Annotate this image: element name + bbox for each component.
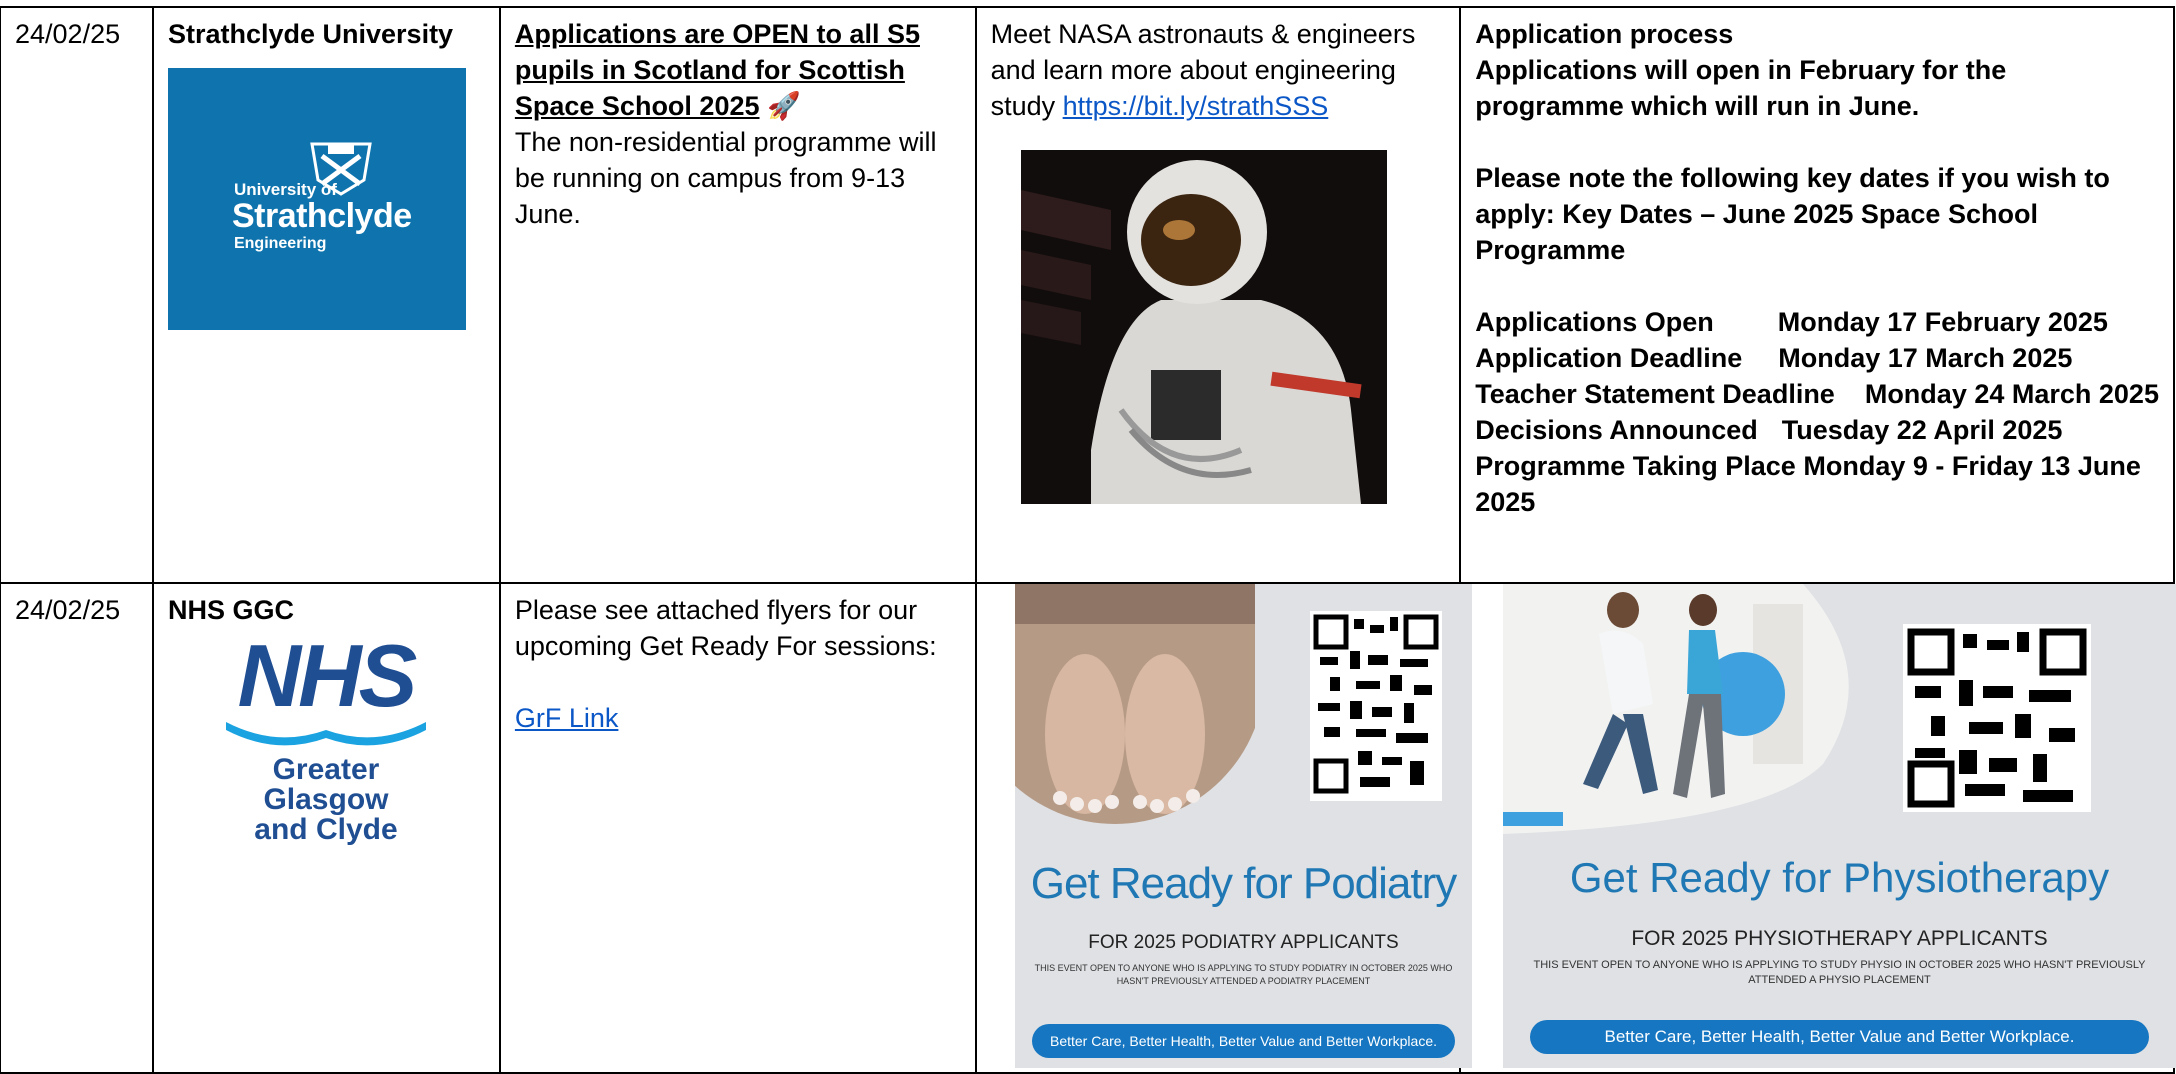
table-row: 24/02/25 Strathclyde University Universi… [0,6,2175,584]
date-text: 24/02/25 [15,595,121,625]
key-date-row: Decisions Announced Tuesday 22 April 2025 [1475,412,2159,448]
process-heading: Application process [1475,19,1734,49]
flyer-slogan: Better Care, Better Health, Better Value… [1530,1020,2149,1054]
headline-text: Applications are OPEN to all S5 pupils i… [514,19,920,121]
info-cell: Please see attached flyers for our upcom… [498,582,977,1074]
org-cell: Strathclyde University University of Str… [151,6,501,584]
key-date-label: Applications Open [1475,307,1714,337]
podiatry-flyer: Get Ready for Podiatry FOR 2025 PODIATRY… [1015,584,1472,1068]
key-date-value: Monday 17 March 2025 [1778,343,2073,373]
info-cell: Applications are OPEN to all S5 pupils i… [498,6,977,584]
astronaut-photo [1020,150,1387,504]
physio-photo [1503,584,1849,834]
strath-link[interactable]: https://bit.ly/strathSSS [1063,91,1329,121]
key-date-label: Programme Taking Place [1475,451,1796,481]
key-date-label: Decisions Announced [1475,415,1758,445]
key-date-value: Tuesday 22 April 2025 [1781,415,2063,445]
key-date-label: Teacher Statement Deadline [1475,379,1835,409]
logo-line-2: Strathclyde [231,197,412,235]
key-date-value: Monday 17 February 2025 [1777,307,2108,337]
date-text: 24/02/25 [15,19,121,49]
key-date-row: Application Deadline Monday 17 March 2025 [1475,340,2159,376]
wave-icon [225,722,426,746]
process-cell: Application process Applications will op… [1459,6,2175,584]
org-name: Strathclyde University [167,19,454,49]
strathclyde-logo: University of Strathclyde Engineering [167,68,466,330]
nhs-logo-mark: NHS [237,626,418,725]
info-body: The non-residential programme will be ru… [514,127,937,229]
flyer-title: Get Ready for Physiotherapy [1569,854,2110,901]
physio-flyer: Get Ready for Physiotherapy FOR 2025 PHY… [1503,584,2176,1068]
detail-cell: Meet NASA astronauts & engineers and lea… [974,6,1462,584]
logo-line-3: Engineering [233,235,327,252]
date-cell: 24/02/25 [0,582,154,1074]
key-date-value: Monday 24 March 2025 [1864,379,2159,409]
key-date-label: Application Deadline [1475,343,1743,373]
rocket-icon: 🚀 [767,91,801,121]
process-intro: Applications will open in February for t… [1475,55,2007,121]
nhs-logo: NHS Greater Glasgow and Clyde [206,626,446,846]
qr-code-icon [1903,624,2091,812]
org-cell: NHS GGC NHS Greater Glasgow and Clyde [151,582,501,1074]
date-cell: 24/02/25 [0,6,154,584]
nhs-logo-line-3: and Clyde [254,813,398,846]
flyer-subtitle: FOR 2025 PODIATRY APPLICANTS [1088,932,1399,953]
flyer-slogan: Better Care, Better Health, Better Value… [1032,1024,1455,1058]
flyer-small-print: THIS EVENT OPEN TO ANYONE WHO IS APPLYIN… [1034,963,1453,986]
org-name: NHS GGC [167,595,294,625]
flyer-small-print: THIS EVENT OPEN TO ANYONE WHO IS APPLYIN… [1533,959,2146,986]
flyer-subtitle: FOR 2025 PHYSIOTHERAPY APPLICANTS [1631,927,2048,950]
qr-code-icon [1310,611,1442,801]
info-body: Please see attached flyers for our upcom… [514,595,937,661]
feet-photo [1015,584,1255,824]
grf-link[interactable]: GrF Link [515,703,619,733]
key-date-row: Teacher Statement Deadline Monday 24 Marc… [1475,376,2159,412]
flyer-title: Get Ready for Podiatry [1030,859,1458,908]
process-note: Please note the following key dates if y… [1475,163,2110,265]
nhs-logo-line-2: Greater Glasgow [263,753,389,816]
key-date-row: Applications Open Monday 17 February 2025 [1475,304,2159,340]
key-date-row: Programme Taking Place Monday 9 - Friday… [1475,448,2159,520]
